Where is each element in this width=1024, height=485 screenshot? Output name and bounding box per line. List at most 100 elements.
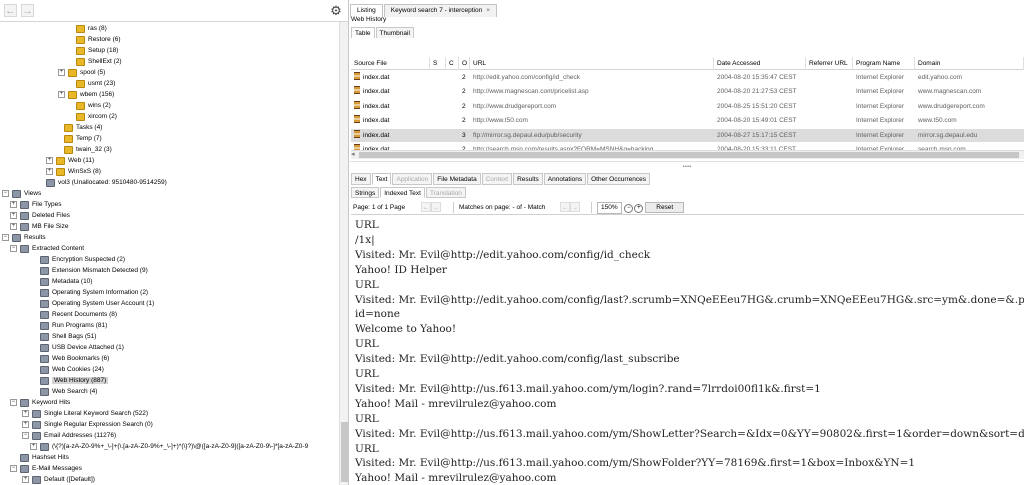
column-header[interactable]: S <box>430 57 446 70</box>
tree-node[interactable]: Hashset Hits <box>10 452 69 463</box>
tree-node[interactable]: Setup (18) <box>66 45 118 56</box>
expand-toggle-icon[interactable]: + <box>46 157 53 164</box>
tree-node[interactable]: + Single Literal Keyword Search (522) <box>22 408 148 419</box>
column-header[interactable]: Date Accessed <box>714 57 806 70</box>
indexed-text-content[interactable]: URL/1x| Visited: Mr. Evil@http://edit.yah… <box>351 217 1024 485</box>
tree-node[interactable]: Web Search (4) <box>30 386 97 397</box>
tree-node[interactable]: Web Bookmarks (6) <box>30 353 109 364</box>
tree-node[interactable]: Recent Documents (8) <box>30 309 117 320</box>
zoom-out-icon[interactable]: − <box>624 204 634 213</box>
subtab-thumbnail[interactable]: Thumbnail <box>375 27 414 38</box>
text-subtab-strings[interactable]: Strings <box>351 187 380 198</box>
tree-node[interactable]: − E-Mail Messages <box>10 463 82 474</box>
table-row[interactable]: index.dat 3 ftp://mirror.sg.depaul.edu/pub… <box>351 128 1024 142</box>
tree-node[interactable]: Encryption Suspected (2) <box>30 254 125 265</box>
tree-node[interactable]: Web Cookies (24) <box>30 364 104 375</box>
tree-node[interactable]: + Single Regular Expression Search (0) <box>22 419 153 430</box>
tree-node[interactable]: + (\{?)[a-zA-Z0-9%+_\-]+(\.[a-zA-Z0-9%+_\… <box>30 441 308 452</box>
content-tab-other-occurrences[interactable]: Other Occurrences <box>587 173 651 185</box>
column-header[interactable]: Referrer URL <box>806 57 853 70</box>
content-tab-annotations[interactable]: Annotations <box>543 173 587 185</box>
tree-scrollbar-thumb[interactable] <box>341 422 348 482</box>
tree-node[interactable]: + MB File Size <box>10 221 68 232</box>
expand-toggle-icon[interactable]: + <box>58 69 65 76</box>
content-tab-results[interactable]: Results <box>513 173 543 185</box>
tree-node[interactable]: usmt (23) <box>66 78 115 89</box>
expand-toggle-icon[interactable]: − <box>2 234 9 241</box>
expand-toggle-icon[interactable]: + <box>22 421 29 428</box>
tree-node[interactable]: − Email Addresses (11276) <box>22 430 116 441</box>
subtab-table[interactable]: Table <box>351 27 375 38</box>
tree-node[interactable]: + Deleted Files <box>10 210 70 221</box>
next-match-icon[interactable]: → <box>570 202 580 212</box>
expand-toggle-icon[interactable]: + <box>10 223 17 230</box>
tree-node[interactable]: Operating System User Account (1) <box>30 298 154 309</box>
tree-node[interactable]: ShellExt (2) <box>66 56 122 67</box>
tree-node[interactable]: Metadata (10) <box>30 276 92 287</box>
tree-node[interactable]: + Default ([Default]) <box>22 474 95 485</box>
prev-page-icon[interactable]: ← <box>421 202 431 212</box>
expand-toggle-icon[interactable]: + <box>10 201 17 208</box>
content-tab-text[interactable]: Text <box>371 173 392 185</box>
tree-node[interactable]: − Results <box>2 232 46 243</box>
reset-zoom-button[interactable]: Reset <box>645 202 685 213</box>
table-row[interactable]: index.dat 2 http://www.magnescan.com/price… <box>351 85 1024 98</box>
table-row[interactable]: index.dat 2 http://edit.yahoo.com/config/i… <box>351 71 1024 84</box>
text-subtab-indexed-text[interactable]: Indexed Text <box>380 187 425 198</box>
forward-arrow-icon[interactable]: → <box>21 4 34 17</box>
tree-node[interactable]: + Web (11) <box>46 155 94 166</box>
tree-node[interactable]: Operating System Information (2) <box>30 287 148 298</box>
expand-toggle-icon[interactable]: + <box>22 410 29 417</box>
expand-toggle-icon[interactable]: − <box>22 432 29 439</box>
tree-node[interactable]: + wbem (156) <box>58 89 114 100</box>
back-arrow-icon[interactable]: ← <box>4 4 17 17</box>
tree-node[interactable]: + File Types <box>10 199 62 210</box>
table-row[interactable]: index.dat 2 http://www.t50.com 2004-08-20 1… <box>351 114 1024 127</box>
tree-node[interactable]: USB Device Attached (1) <box>30 342 124 353</box>
expand-toggle-icon[interactable]: + <box>10 212 17 219</box>
panel-splitter[interactable]: ••••• <box>350 161 1024 172</box>
tree-node[interactable]: − Extracted Content <box>10 243 84 254</box>
close-tab-icon[interactable]: × <box>486 7 490 14</box>
zoom-in-icon[interactable]: + <box>634 204 644 213</box>
tree-node[interactable]: Run Programs (81) <box>30 320 107 331</box>
tree-node[interactable]: − Views <box>2 188 41 199</box>
column-header[interactable]: Domain <box>915 57 1024 70</box>
column-header[interactable]: Source File <box>351 57 430 70</box>
tree-node[interactable]: Extension Mismatch Detected (9) <box>30 265 148 276</box>
expand-toggle-icon[interactable]: − <box>2 190 9 197</box>
scroll-left-icon[interactable]: ◂ <box>351 151 355 159</box>
tree-node[interactable]: vol3 (Unallocated: 9510480-9514259) <box>36 177 167 188</box>
column-header[interactable]: O <box>459 57 470 70</box>
expand-toggle-icon[interactable]: + <box>46 168 53 175</box>
tree-node[interactable]: Restore (6) <box>66 34 121 45</box>
tree-scrollbar[interactable] <box>339 22 348 485</box>
table-horizontal-scrollbar[interactable]: ◂ <box>351 150 1024 159</box>
tree-node[interactable]: + spool (5) <box>58 67 105 78</box>
column-header[interactable]: Program Name <box>853 57 915 70</box>
content-tab-hex[interactable]: Hex <box>351 173 371 185</box>
expand-toggle-icon[interactable]: + <box>58 91 65 98</box>
tree-node[interactable]: Web History (887) <box>30 375 109 386</box>
expand-toggle-icon[interactable]: − <box>10 465 17 472</box>
tree-node[interactable]: xircom (2) <box>66 111 117 122</box>
table-scrollbar-thumb[interactable] <box>359 152 1019 158</box>
content-tab-file-metadata[interactable]: File Metadata <box>433 173 481 185</box>
expand-toggle-icon[interactable]: + <box>30 443 37 450</box>
tree-node[interactable]: wins (2) <box>66 100 111 111</box>
expand-toggle-icon[interactable]: + <box>22 476 29 483</box>
next-page-icon[interactable]: → <box>431 202 441 212</box>
tree-node[interactable]: Tasks (4) <box>54 122 102 133</box>
tree-node[interactable]: twain_32 (3) <box>54 144 112 155</box>
listing-tab[interactable]: Keyword search 7 - interception × <box>383 4 497 17</box>
prev-match-icon[interactable]: ← <box>560 202 570 212</box>
column-header[interactable]: URL <box>470 57 714 70</box>
expand-toggle-icon[interactable]: − <box>10 245 17 252</box>
tree-node[interactable]: Temp (7) <box>54 133 102 144</box>
tree-node[interactable]: − Keyword Hits <box>10 397 70 408</box>
tree-node[interactable]: ras (8) <box>66 23 107 34</box>
table-row[interactable]: index.dat 2 http://www.drudgereport.com 200… <box>351 100 1024 113</box>
column-header[interactable]: C <box>446 57 459 70</box>
expand-toggle-icon[interactable]: − <box>10 399 17 406</box>
gear-icon[interactable]: ⚙ <box>329 4 343 18</box>
